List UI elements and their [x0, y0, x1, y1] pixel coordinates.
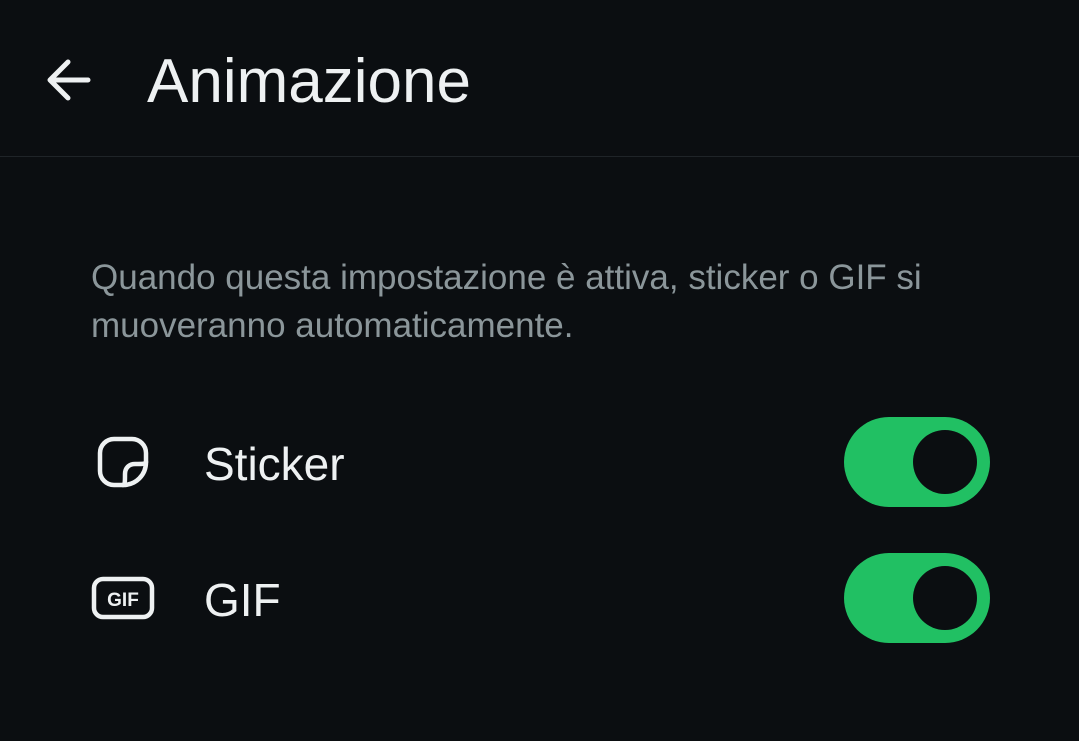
setting-row-gif[interactable]: GIF GIF — [0, 543, 1079, 653]
app-bar: Animazione — [0, 0, 1079, 157]
arrow-left-icon — [47, 59, 91, 101]
back-button[interactable] — [30, 42, 106, 118]
setting-label-sticker: Sticker — [204, 438, 345, 490]
setting-row-sticker[interactable]: Sticker — [0, 407, 1079, 517]
sticker-toggle[interactable] — [844, 417, 990, 507]
page-title: Animazione — [147, 47, 471, 116]
setting-description: Quando questa impostazione è attiva, sti… — [91, 258, 922, 345]
setting-label-gif: GIF — [204, 574, 281, 626]
gif-toggle[interactable] — [844, 553, 990, 643]
gif-icon: GIF — [90, 570, 156, 626]
toggle-knob — [913, 430, 977, 494]
settings-screen: Animazione Quando questa impostazione è … — [0, 0, 1079, 741]
svg-text:GIF: GIF — [107, 590, 139, 611]
toggle-knob — [913, 566, 977, 630]
sticker-icon — [90, 434, 156, 490]
